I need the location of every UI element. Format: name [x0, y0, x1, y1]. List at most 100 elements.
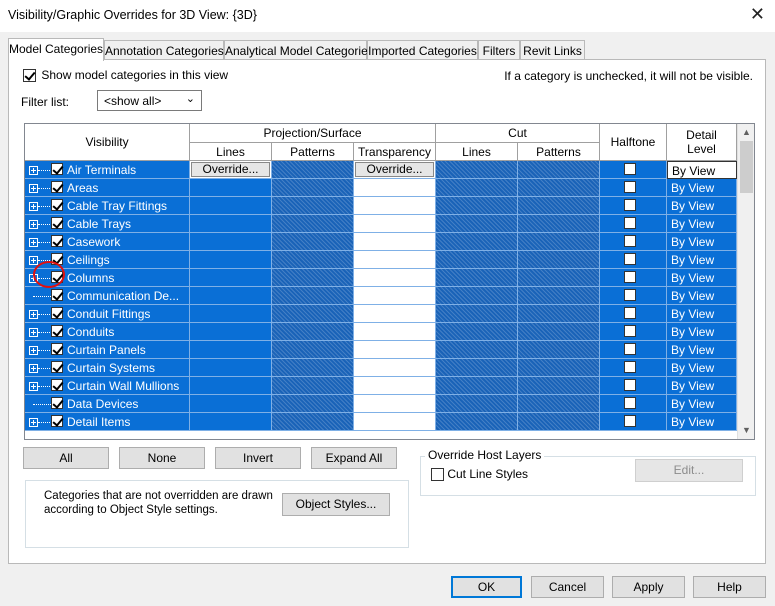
halftone-checkbox[interactable]	[624, 181, 636, 193]
cell-transparency[interactable]	[354, 287, 436, 305]
object-styles-button[interactable]: Object Styles...	[282, 493, 390, 516]
cell-lines[interactable]: Override...	[190, 161, 272, 179]
visibility-cell[interactable]: Curtain Panels	[25, 341, 190, 359]
halftone-checkbox[interactable]	[624, 361, 636, 373]
cell-patterns[interactable]	[272, 413, 354, 431]
visibility-checkbox[interactable]	[51, 217, 63, 229]
cell-transparency[interactable]	[354, 251, 436, 269]
cell-cut-patterns[interactable]	[518, 413, 600, 431]
visibility-cell[interactable]: Cable Tray Fittings	[25, 197, 190, 215]
invert-button[interactable]: Invert	[215, 447, 301, 469]
visibility-cell[interactable]: Air Terminals	[25, 161, 190, 179]
cell-lines[interactable]	[190, 269, 272, 287]
cell-cut-patterns[interactable]	[518, 161, 600, 179]
cell-patterns[interactable]	[272, 323, 354, 341]
cell-transparency[interactable]	[354, 269, 436, 287]
visibility-cell[interactable]: Communication De...	[25, 287, 190, 305]
cell-cut-patterns[interactable]	[518, 323, 600, 341]
cell-cut-patterns[interactable]	[518, 395, 600, 413]
halftone-checkbox[interactable]	[624, 325, 636, 337]
cell-cut-lines[interactable]	[436, 413, 518, 431]
table-row[interactable]: Detail Items By View	[25, 413, 737, 431]
visibility-cell[interactable]: Cable Trays	[25, 215, 190, 233]
visibility-checkbox[interactable]	[51, 415, 63, 427]
cell-lines[interactable]	[190, 287, 272, 305]
halftone-checkbox[interactable]	[624, 307, 636, 319]
halftone-checkbox[interactable]	[624, 199, 636, 211]
cell-transparency[interactable]	[354, 305, 436, 323]
edit-button[interactable]: Edit...	[635, 459, 743, 482]
halftone-checkbox[interactable]	[624, 235, 636, 247]
halftone-cell[interactable]	[600, 179, 667, 197]
cell-cut-lines[interactable]	[436, 251, 518, 269]
cell-cut-patterns[interactable]	[518, 377, 600, 395]
header-halftone[interactable]: Halftone	[600, 124, 667, 161]
cell-cut-lines[interactable]	[436, 233, 518, 251]
cell-transparency[interactable]	[354, 395, 436, 413]
detail-level-cell[interactable]: By View	[667, 251, 737, 269]
expand-icon[interactable]	[29, 238, 38, 247]
halftone-checkbox[interactable]	[624, 289, 636, 301]
table-row[interactable]: Conduit Fittings By View	[25, 305, 737, 323]
cell-lines[interactable]	[190, 323, 272, 341]
halftone-checkbox[interactable]	[624, 253, 636, 265]
visibility-checkbox[interactable]	[51, 343, 63, 355]
expand-all-button[interactable]: Expand All	[311, 447, 397, 469]
expand-icon[interactable]	[29, 418, 38, 427]
cell-transparency[interactable]	[354, 359, 436, 377]
table-row[interactable]: Curtain Systems By View	[25, 359, 737, 377]
cell-lines[interactable]	[190, 359, 272, 377]
cell-cut-patterns[interactable]	[518, 179, 600, 197]
cell-transparency[interactable]	[354, 323, 436, 341]
visibility-cell[interactable]: Curtain Wall Mullions	[25, 377, 190, 395]
grid-scrollbar[interactable]: ▲ ▼	[737, 124, 754, 439]
cell-cut-patterns[interactable]	[518, 197, 600, 215]
close-icon[interactable]: ✕	[750, 4, 765, 25]
detail-level-cell[interactable]: By View	[667, 377, 737, 395]
visibility-cell[interactable]: Conduits	[25, 323, 190, 341]
expand-icon[interactable]	[29, 310, 38, 319]
none-button[interactable]: None	[119, 447, 205, 469]
cell-transparency[interactable]	[354, 341, 436, 359]
cell-cut-patterns[interactable]	[518, 233, 600, 251]
cut-line-styles-checkbox[interactable]: Cut Line Styles	[431, 467, 528, 482]
halftone-checkbox[interactable]	[624, 379, 636, 391]
halftone-cell[interactable]	[600, 215, 667, 233]
halftone-cell[interactable]	[600, 161, 667, 179]
cell-patterns[interactable]	[272, 287, 354, 305]
cell-cut-lines[interactable]	[436, 377, 518, 395]
table-row[interactable]: Ceilings By View	[25, 251, 737, 269]
cell-cut-lines[interactable]	[436, 197, 518, 215]
detail-level-cell[interactable]: By View	[667, 179, 737, 197]
tab-revit-links[interactable]: Revit Links	[520, 40, 585, 60]
cell-patterns[interactable]	[272, 359, 354, 377]
table-row[interactable]: Curtain Wall Mullions By View	[25, 377, 737, 395]
table-row[interactable]: Cable Tray Fittings By View	[25, 197, 737, 215]
cell-cut-lines[interactable]	[436, 287, 518, 305]
cell-patterns[interactable]	[272, 305, 354, 323]
cell-patterns[interactable]	[272, 197, 354, 215]
cell-cut-patterns[interactable]	[518, 287, 600, 305]
table-row[interactable]: Curtain Panels By View	[25, 341, 737, 359]
visibility-checkbox[interactable]	[51, 307, 63, 319]
detail-level-cell[interactable]: By View	[667, 395, 737, 413]
visibility-cell[interactable]: Detail Items	[25, 413, 190, 431]
cell-cut-patterns[interactable]	[518, 359, 600, 377]
halftone-cell[interactable]	[600, 323, 667, 341]
cell-patterns[interactable]	[272, 269, 354, 287]
cell-cut-patterns[interactable]	[518, 305, 600, 323]
expand-icon[interactable]	[29, 328, 38, 337]
expand-icon[interactable]	[29, 166, 38, 175]
header-cut-lines[interactable]: Lines	[436, 143, 518, 161]
visibility-cell[interactable]: Curtain Systems	[25, 359, 190, 377]
table-row[interactable]: Air Terminals Override... Override... By Vi…	[25, 161, 737, 179]
cell-cut-lines[interactable]	[436, 305, 518, 323]
visibility-checkbox[interactable]	[51, 379, 63, 391]
cut-line-styles-check-icon[interactable]	[431, 468, 444, 482]
apply-button[interactable]: Apply	[612, 576, 685, 598]
table-row[interactable]: Columns By View	[25, 269, 737, 287]
table-row[interactable]: Casework By View	[25, 233, 737, 251]
header-detail-level[interactable]: Detail Level	[667, 124, 737, 161]
cell-patterns[interactable]	[272, 341, 354, 359]
header-cut-patterns[interactable]: Patterns	[518, 143, 600, 161]
